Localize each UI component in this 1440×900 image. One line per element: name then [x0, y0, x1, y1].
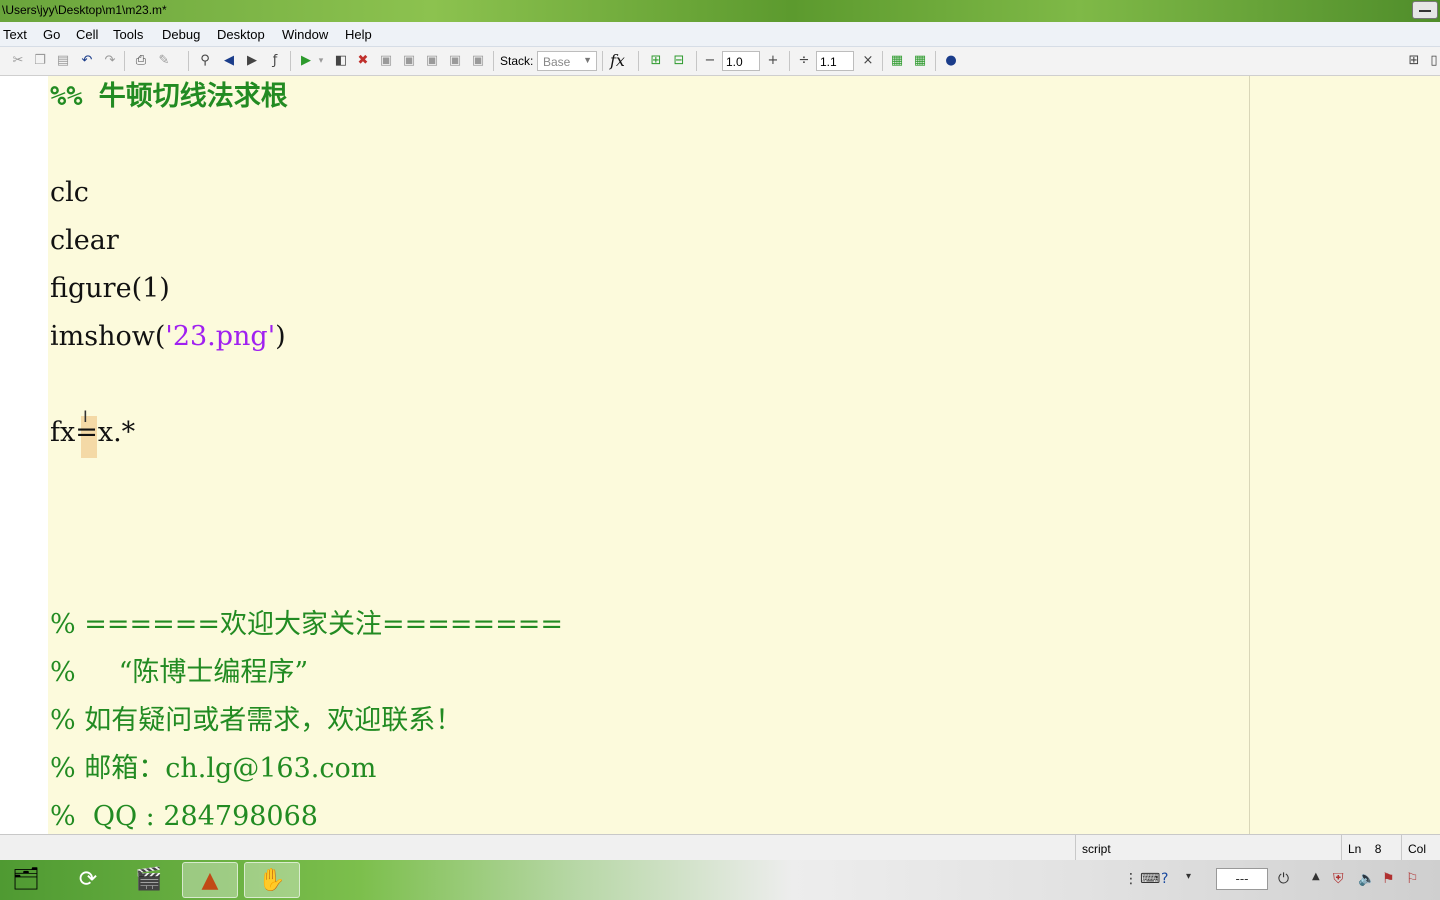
stack-label: Stack: [500, 54, 534, 68]
tray-grip-icon: ⋮ [1124, 871, 1138, 887]
comment-line[interactable]: % QQ : 284798068 [50, 802, 318, 832]
multiply-button[interactable]: × [860, 53, 876, 69]
cell-value-input-1[interactable]: 1.0 [722, 51, 760, 71]
stack-value: Base [543, 55, 571, 69]
evaluate-cell-icon[interactable]: ▦ [889, 53, 905, 69]
power-plug-icon[interactable]: ⏻ [1278, 871, 1289, 887]
line-gutter [0, 76, 48, 834]
media-app-icon[interactable]: 🎬 [121, 862, 177, 898]
evaluate-advance-icon[interactable]: ▦ [912, 53, 928, 69]
menu-text[interactable]: Text [3, 27, 27, 42]
title-bar: \Users\jyy\Desktop\m1\m23.m* [0, 0, 1440, 22]
exit-debug-icon[interactable]: ▣ [470, 53, 486, 69]
decrement-button[interactable]: − [702, 53, 718, 69]
matlab-icon[interactable]: ▲ [182, 862, 238, 898]
code-editor[interactable]: %% 牛顿切线法求根 clc clear figure(1) imshow('2… [0, 76, 1440, 834]
recorder-app-icon[interactable]: ✋ [244, 862, 300, 898]
back-arrow-icon[interactable]: ◀ [221, 53, 237, 69]
cut-icon[interactable]: ✂ [10, 53, 26, 69]
help-info-icon[interactable]: ● [943, 53, 959, 69]
line-number: 8 [1374, 842, 1382, 856]
taskbar: 🗂 ⟳ 🎬 ▲ ✋ ⋮ ⌨ ? ▾ --- ⏻ ▲ ⛨ 🔈 ⚑ ⚐ [0, 860, 1440, 900]
comment-line[interactable]: % 如有疑问或者需求，欢迎联系！ [50, 706, 462, 736]
insert-cell-icon[interactable]: ⊞ [648, 53, 664, 69]
menu-desktop[interactable]: Desktop [217, 27, 265, 42]
run-icon[interactable]: ▶ [298, 53, 314, 69]
minimize-button[interactable] [1412, 1, 1438, 19]
text-cursor-icon: I [83, 407, 88, 426]
split-layout-icon[interactable]: ▯ [1428, 53, 1440, 69]
tray-menu-icon[interactable]: ▾ [1186, 871, 1191, 882]
help-icon[interactable]: ? [1161, 871, 1168, 887]
code-line-cell-title[interactable]: %% 牛顿切线法求根 [50, 82, 288, 112]
increment-button[interactable]: + [765, 53, 781, 69]
menu-debug[interactable]: Debug [162, 27, 200, 42]
publish-icon[interactable]: ✎ [156, 53, 172, 69]
print-icon[interactable]: ⎙ [133, 53, 149, 69]
redo-icon[interactable]: ↷ [102, 53, 118, 69]
copy-icon[interactable]: ❐ [32, 53, 48, 69]
continue-icon[interactable]: ▣ [447, 53, 463, 69]
keyboard-icon[interactable]: ⌨ [1140, 871, 1160, 887]
comment-line[interactable]: % ======欢迎大家关注======== [50, 610, 563, 640]
action-center-icon[interactable]: ⚐ [1406, 871, 1419, 887]
run-dropdown-icon[interactable]: ▾ [317, 53, 325, 69]
tray-clock[interactable]: --- [1216, 868, 1268, 890]
window-title: \Users\jyy\Desktop\m1\m23.m* [2, 3, 167, 17]
code-line[interactable]: clear [50, 226, 119, 256]
paste-icon[interactable]: ▤ [55, 53, 71, 69]
status-mode: script [1075, 835, 1341, 861]
fx-button[interactable]: fx [610, 51, 625, 70]
chevron-down-icon: ▼ [583, 55, 592, 65]
divide-button[interactable]: ÷ [796, 53, 812, 69]
comment-line[interactable]: % 邮箱：ch.lg@163.com [50, 754, 376, 784]
status-col: Col [1401, 835, 1440, 861]
toolbar: ✂ ❐ ▤ ↶ ↷ ⎙ ✎ ⚲ ◀ ▶ ƒ ▶ ▾ ◧ ✖ ▣ ▣ ▣ ▣ ▣ … [0, 47, 1440, 76]
network-error-icon[interactable]: ⚑ [1382, 871, 1395, 887]
breakpoint-set-icon[interactable]: ◧ [333, 53, 349, 69]
cell-mode-icon[interactable]: ⊟ [671, 53, 687, 69]
undo-icon[interactable]: ↶ [79, 53, 95, 69]
show-hidden-icons[interactable]: ▲ [1312, 871, 1320, 882]
step-in-icon[interactable]: ▣ [401, 53, 417, 69]
line-label: Ln [1348, 842, 1362, 856]
menu-cell[interactable]: Cell [76, 27, 98, 42]
code-line[interactable]: imshow('23.png') [50, 322, 286, 352]
forward-arrow-icon[interactable]: ▶ [244, 53, 260, 69]
find-icon[interactable]: ⚲ [197, 53, 213, 69]
comment-line[interactable]: % “陈博士编程序” [50, 658, 308, 688]
step-out-icon[interactable]: ▣ [424, 53, 440, 69]
menu-go[interactable]: Go [43, 27, 60, 42]
menu-tools[interactable]: Tools [113, 27, 143, 42]
code-text: ) [275, 321, 286, 352]
status-line: Ln 8 [1341, 835, 1401, 861]
function-browser-icon[interactable]: ƒ [267, 53, 283, 69]
status-bar: script Ln 8 Col [0, 834, 1440, 861]
sync-app-icon[interactable]: ⟳ [60, 862, 116, 898]
security-icon[interactable]: ⛨ [1333, 871, 1344, 887]
string-literal: '23.png' [165, 321, 276, 352]
file-explorer-icon[interactable]: 🗂 [0, 862, 54, 898]
code-text: imshow( [50, 321, 166, 352]
cell-value-input-2[interactable]: 1.1 [816, 51, 854, 71]
menu-bar: Text Go Cell Tools Debug Desktop Window … [0, 22, 1440, 47]
menu-window[interactable]: Window [282, 27, 328, 42]
breakpoint-clear-icon[interactable]: ✖ [355, 53, 371, 69]
right-margin-line [1249, 76, 1250, 834]
stack-select[interactable]: Base ▼ [537, 51, 597, 71]
volume-icon[interactable]: 🔈 [1358, 871, 1375, 887]
tile-layout-icon[interactable]: ⊞ [1406, 53, 1422, 69]
code-line[interactable]: figure(1) [50, 274, 170, 304]
menu-help[interactable]: Help [345, 27, 372, 42]
code-line-current[interactable]: fx=x.* [50, 418, 135, 448]
code-line[interactable]: clc [50, 178, 89, 208]
step-icon[interactable]: ▣ [378, 53, 394, 69]
